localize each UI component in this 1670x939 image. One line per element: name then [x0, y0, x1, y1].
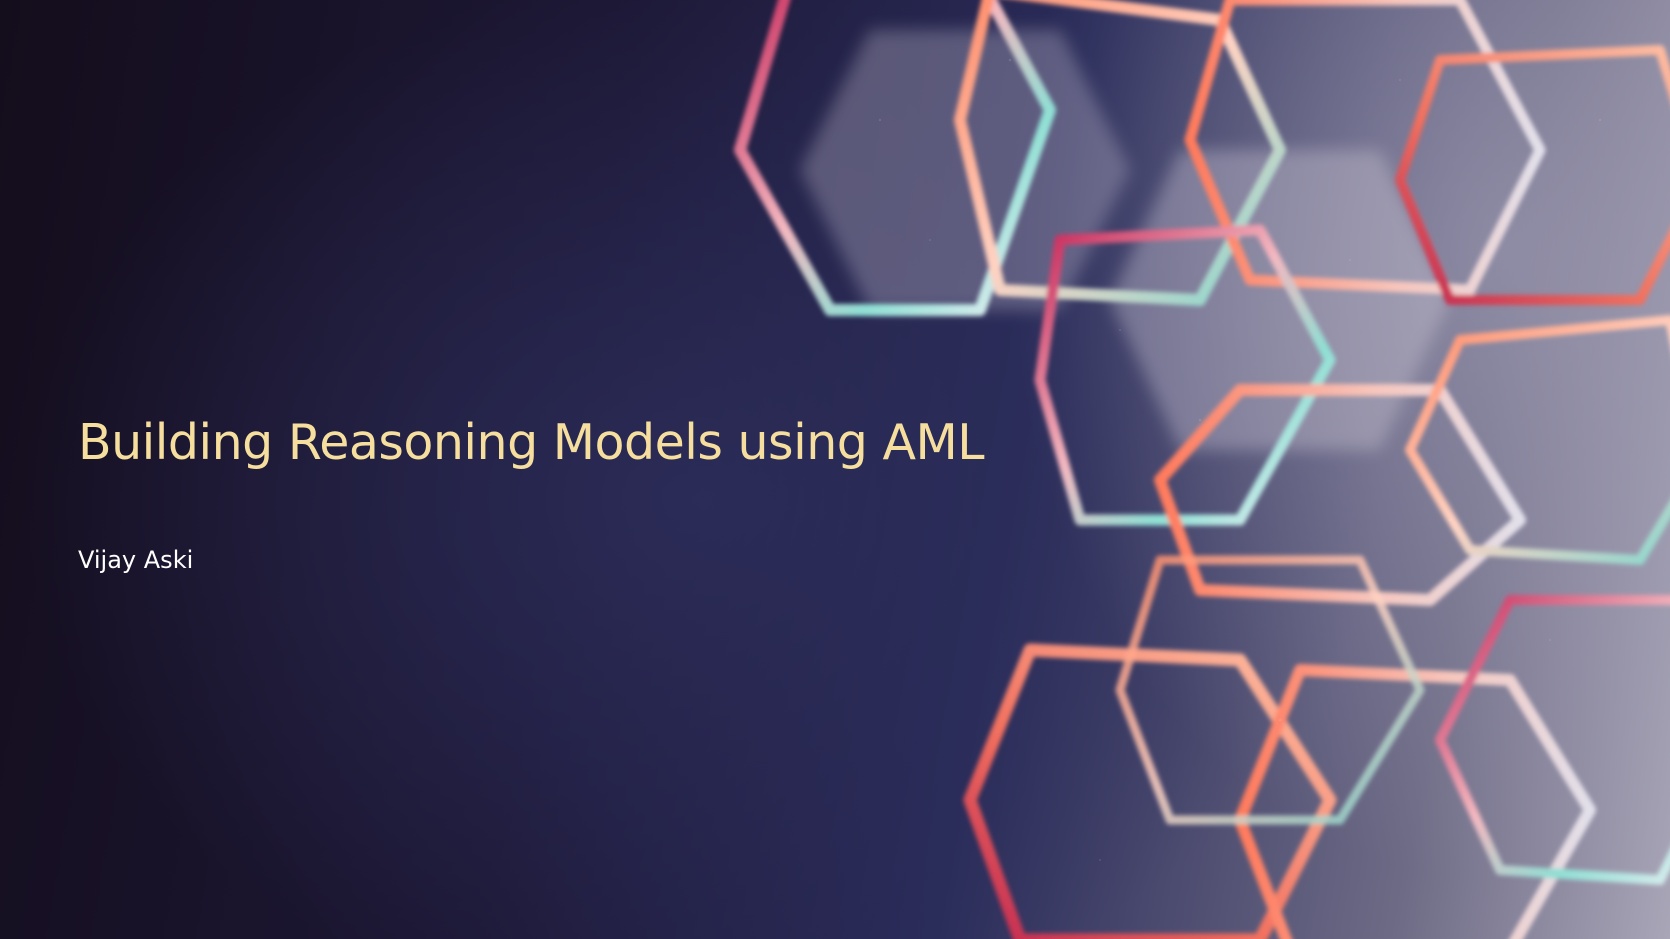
slide-title: Building Reasoning Models using AML	[78, 414, 985, 471]
presenter-name: Vijay Aski	[78, 546, 194, 574]
title-slide: Building Reasoning Models using AML Vija…	[0, 0, 1670, 939]
